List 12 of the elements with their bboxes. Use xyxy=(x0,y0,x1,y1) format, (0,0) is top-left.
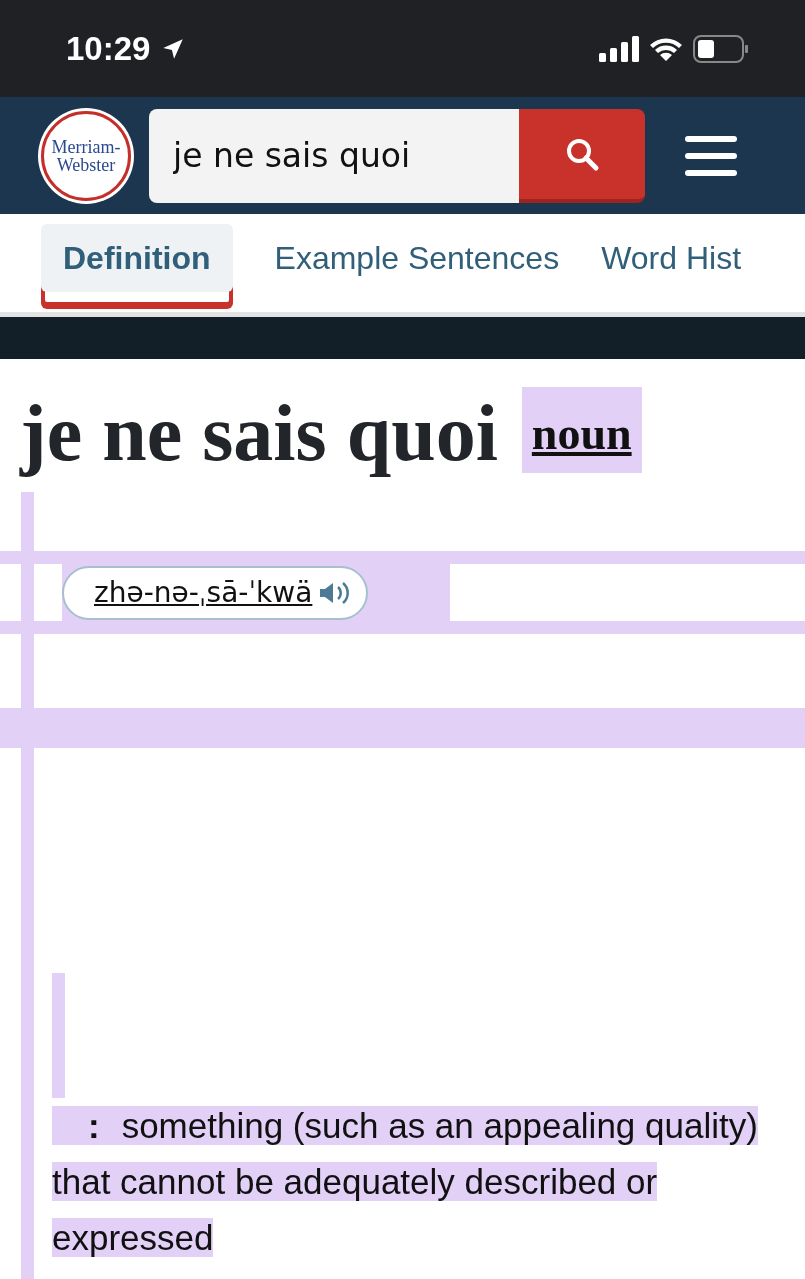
headword: je ne sais quoi xyxy=(18,388,499,479)
search-button[interactable] xyxy=(519,108,645,203)
pronunciation-button[interactable]: zhə-nə-ˌsā-ˈkwä xyxy=(62,565,369,620)
logo[interactable]: Merriam- Webster xyxy=(41,110,131,201)
menu-icon[interactable] xyxy=(685,134,737,177)
clock-time: 10:29 xyxy=(66,29,151,68)
part-of-speech-link[interactable]: noun xyxy=(521,387,642,473)
tab[interactable]: Word Hist xyxy=(601,224,741,292)
definition-text: : something (such as an appealing quality) that cannot be adequately described or expressed xyxy=(52,1105,759,1259)
signal-icon xyxy=(599,35,639,62)
tab[interactable]: Example Sentences xyxy=(274,224,560,292)
battery-icon xyxy=(693,34,749,63)
